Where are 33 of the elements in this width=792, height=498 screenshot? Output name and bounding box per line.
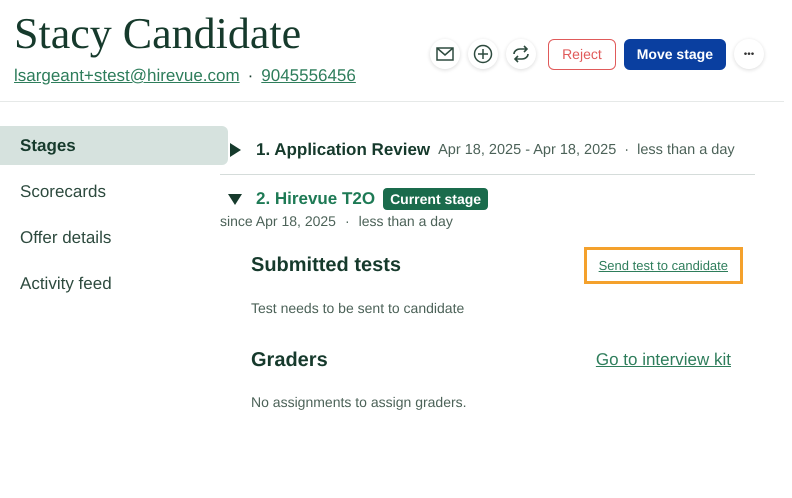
email-button[interactable]: [430, 39, 460, 69]
add-icon: [473, 44, 494, 64]
more-button[interactable]: •••: [734, 39, 764, 69]
separator: ·: [248, 66, 254, 86]
reject-button[interactable]: Reject: [548, 38, 616, 70]
mail-icon: [436, 47, 454, 61]
stage-dates: Apr 18, 2025 - Apr 18, 2025: [438, 142, 616, 158]
sidebar-item[interactable]: Activity feed: [0, 264, 228, 303]
email-link[interactable]: lsargeant+stest@hirevue.com: [14, 66, 240, 86]
caret-right-icon[interactable]: [228, 143, 242, 157]
section-note: No assignments to assign graders.: [251, 394, 468, 410]
stage-dates: since Apr 18, 2025: [220, 213, 336, 229]
stage-title[interactable]: 2. Hirevue T2O: [256, 189, 376, 209]
section-link[interactable]: Send test to candidate: [584, 247, 743, 284]
sidebar-item[interactable]: Scorecards: [0, 172, 228, 211]
separator: ·: [344, 213, 350, 229]
stage-duration: less than a day: [358, 213, 453, 229]
section-heading: Submitted tests: [251, 254, 402, 277]
refresh-icon: [511, 45, 532, 63]
separator: ·: [624, 142, 630, 158]
current-stage-badge: Current stage: [383, 188, 488, 210]
move-stage-button[interactable]: Move stage: [624, 38, 726, 70]
candidate-name: Stacy Candidate: [14, 8, 302, 60]
stage-duration: less than a day: [637, 142, 735, 158]
phone-link[interactable]: 9045556456: [261, 66, 356, 86]
add-button[interactable]: [468, 39, 498, 69]
caret-down-icon[interactable]: [228, 192, 242, 206]
stage-title[interactable]: 1. Application Review: [256, 140, 430, 160]
section-note: Test needs to be sent to candidate: [251, 300, 466, 316]
section-link[interactable]: Go to interview kit: [584, 342, 743, 378]
section-heading: Graders: [251, 348, 328, 372]
refresh-button[interactable]: [506, 39, 536, 69]
sidebar-item[interactable]: Stages: [0, 126, 228, 165]
